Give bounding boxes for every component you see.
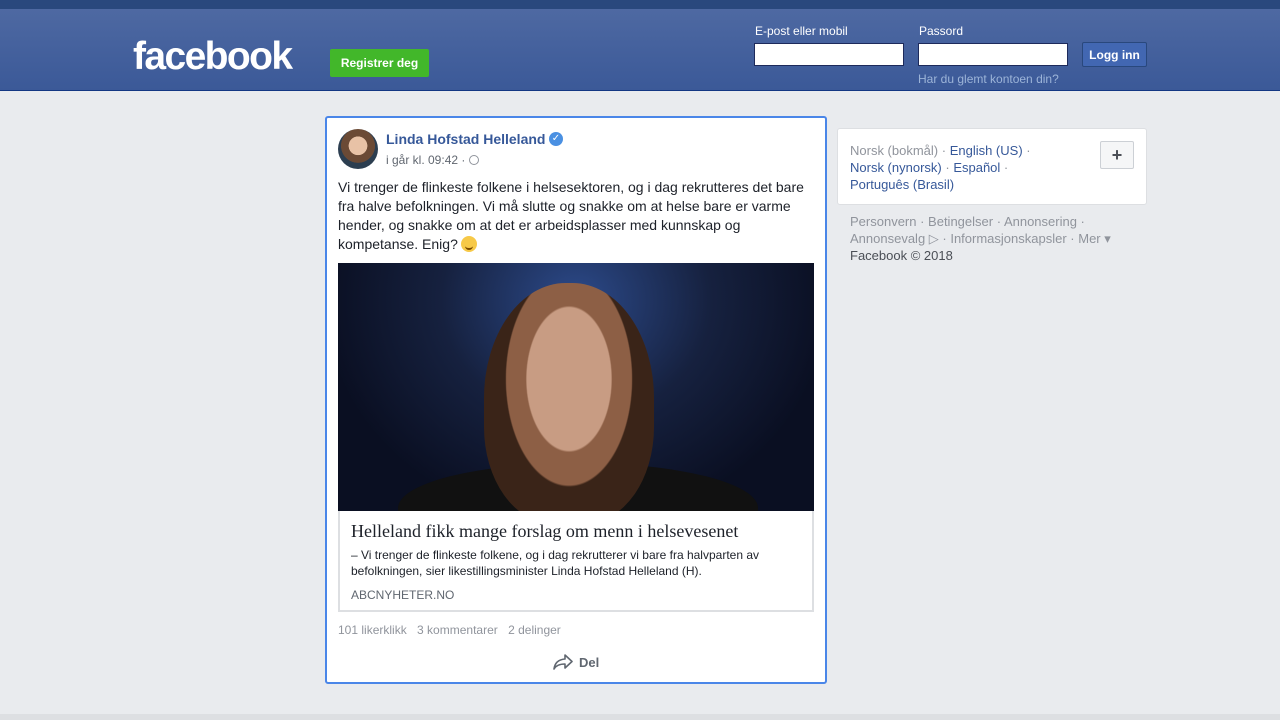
language-option[interactable]: Español	[953, 160, 1000, 175]
footer-link-terms[interactable]: Betingelser	[928, 214, 993, 229]
comments-count[interactable]: 3 kommentarer	[417, 623, 498, 637]
facebook-logo[interactable]: facebook	[133, 35, 293, 79]
language-option[interactable]: English (US)	[950, 143, 1023, 158]
footer-link-advertising[interactable]: Annonsering	[1004, 214, 1077, 229]
footer-link-cookies[interactable]: Informasjonskapsler	[950, 231, 1066, 246]
post-timestamp[interactable]: i går kl. 09:42 ·	[386, 153, 465, 167]
footer-link-more[interactable]: Mer	[1078, 231, 1100, 246]
ad-choices-icon: ▷	[925, 231, 939, 246]
footer-link-privacy[interactable]: Personvern	[850, 214, 916, 229]
share-label: Del	[579, 654, 600, 670]
language-list: Norsk (bokmål) · English (US) · Norsk (n…	[850, 143, 1031, 192]
verified-badge-icon: ✓	[549, 132, 563, 146]
post-stats: 101 likerklikk 3 kommentarer 2 delinger	[338, 623, 568, 637]
link-domain: ABCNYHETER.NO	[351, 588, 455, 602]
email-field[interactable]	[754, 43, 904, 66]
link-title[interactable]: Helleland fikk mange forslag om menn i h…	[351, 521, 738, 542]
post-text-body: Vi trenger de flinkeste folkene i helses…	[338, 179, 804, 252]
share-button[interactable]: Del	[553, 654, 599, 670]
language-option[interactable]: Português (Brasil)	[850, 177, 954, 192]
author-avatar[interactable]	[338, 129, 378, 169]
footer-link-ad-choices[interactable]: Annonsevalg	[850, 231, 925, 246]
smiling-emoji-icon	[460, 236, 477, 252]
site-header: facebook Registrer deg E-post eller mobi…	[0, 9, 1280, 91]
email-label: E-post eller mobil	[755, 24, 848, 38]
language-selector: Norsk (bokmål) · English (US) · Norsk (n…	[837, 128, 1147, 205]
language-current: Norsk (bokmål)	[850, 143, 939, 158]
top-strip	[0, 0, 1280, 9]
more-languages-button[interactable]: +	[1100, 141, 1134, 169]
bottom-bar	[0, 714, 1280, 720]
likes-count[interactable]: 101 likerklikk	[338, 623, 407, 637]
shares-count[interactable]: 2 delinger	[508, 623, 561, 637]
link-preview[interactable]: Helleland fikk mange forslag om menn i h…	[338, 511, 814, 612]
caret-down-icon: ▾	[1100, 231, 1111, 246]
link-preview-image[interactable]	[338, 263, 814, 511]
link-description: – Vi trenger de flinkeste folkene, og i …	[351, 548, 760, 578]
forgot-account-link[interactable]: Har du glemt kontoen din?	[918, 72, 1059, 86]
share-arrow-icon	[553, 654, 573, 670]
globe-icon	[469, 155, 479, 165]
language-option[interactable]: Norsk (nynorsk)	[850, 160, 942, 175]
photo-portrait	[484, 283, 654, 511]
copyright: Facebook © 2018	[850, 248, 953, 263]
register-button[interactable]: Registrer deg	[330, 49, 429, 77]
password-label: Passord	[919, 24, 964, 38]
login-button[interactable]: Logg inn	[1082, 42, 1147, 67]
post-card: Linda Hofstad Helleland ✓ i går kl. 09:4…	[325, 116, 827, 684]
footer-links: Personvern · Betingelser · Annonsering ·…	[850, 214, 1111, 263]
password-field[interactable]	[918, 43, 1068, 66]
post-text: Vi trenger de flinkeste folkene i helses…	[338, 178, 818, 254]
post-author-name[interactable]: Linda Hofstad Helleland	[386, 131, 545, 147]
